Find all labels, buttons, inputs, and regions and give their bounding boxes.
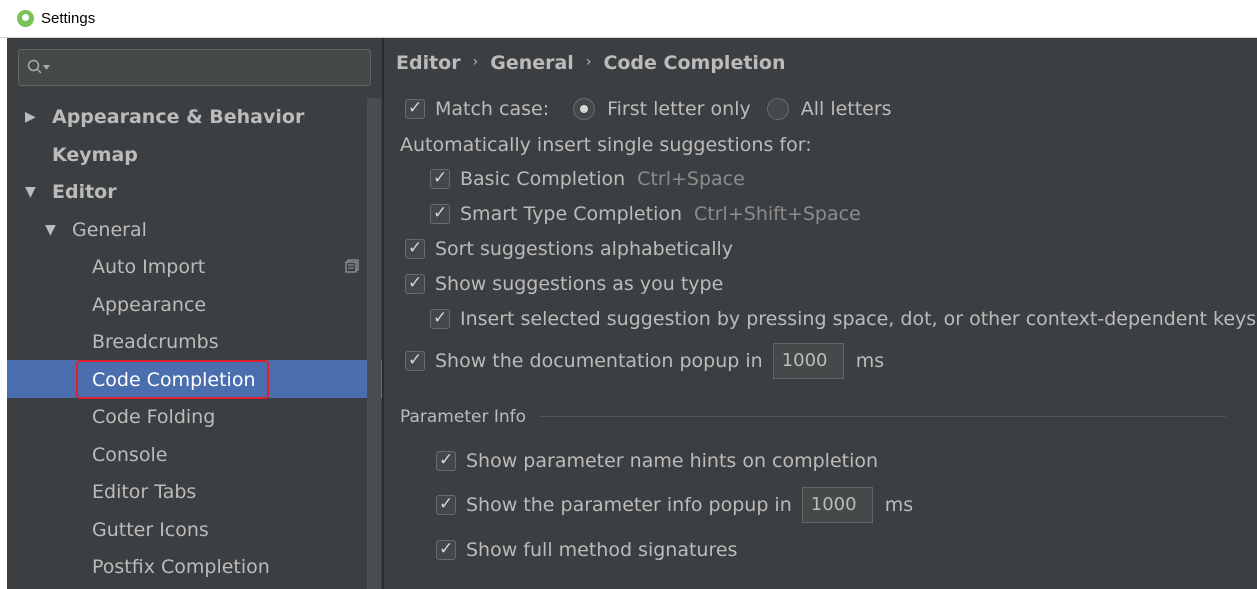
tree-item-breadcrumbs[interactable]: Breadcrumbs — [92, 323, 219, 361]
title-bar: Settings — [0, 0, 1257, 38]
tree-item-gutter-icons[interactable]: Gutter Icons — [92, 511, 209, 549]
breadcrumb-separator: › — [472, 54, 479, 70]
insert-selected-row: Insert selected suggestion by pressing s… — [430, 304, 1256, 334]
expand-arrow-icon[interactable]: ▶ — [25, 98, 36, 136]
name-hints-label: Show parameter name hints on completion — [466, 450, 879, 472]
show-as-type-checkbox[interactable] — [405, 273, 425, 294]
info-popup-checkbox[interactable] — [436, 494, 456, 515]
parameter-info-title: Parameter Info — [400, 407, 527, 427]
tree-item-editor-tabs[interactable]: Editor Tabs — [92, 473, 196, 511]
show-as-type-row: Show suggestions as you type — [405, 269, 723, 299]
all-letters-radio[interactable] — [766, 98, 789, 120]
first-letter-radio[interactable] — [573, 98, 596, 120]
doc-popup-delay-input[interactable]: 1000 — [772, 343, 844, 379]
sidebar-scrollbar[interactable] — [367, 98, 381, 589]
tree-item-label: Auto Import — [92, 256, 206, 278]
basic-completion-checkbox[interactable] — [430, 168, 450, 189]
smart-completion-checkbox[interactable] — [430, 203, 450, 224]
show-as-type-label: Show suggestions as you type — [435, 273, 724, 295]
doc-popup-row: Show the documentation popup in 1000 ms — [405, 341, 884, 381]
collapse-arrow-icon[interactable]: ▼ — [25, 173, 36, 211]
name-hints-checkbox[interactable] — [436, 450, 456, 471]
sort-alpha-row: Sort suggestions alphabetically — [405, 234, 733, 264]
tree-item-code-folding[interactable]: Code Folding — [92, 398, 215, 436]
search-input[interactable] — [18, 49, 371, 86]
all-letters-label: All letters — [800, 98, 892, 120]
tree-item-label: Code Folding — [92, 406, 216, 428]
settings-content: Editor › General › Code Completion Match cas… — [384, 38, 1257, 589]
sort-alpha-checkbox[interactable] — [405, 238, 425, 259]
insert-selected-checkbox[interactable] — [430, 308, 450, 329]
tree-item-label: Keymap — [52, 144, 138, 166]
basic-completion-row: Basic Completion Ctrl+Space — [430, 164, 745, 194]
tree-item-label: Console — [92, 444, 168, 466]
breadcrumb-item: General — [490, 52, 574, 74]
full-signatures-row: Show full method signatures — [436, 535, 737, 565]
full-signatures-label: Show full method signatures — [466, 539, 738, 561]
match-case-checkbox[interactable] — [405, 98, 425, 119]
info-popup-label: Show the parameter info popup in — [466, 494, 792, 516]
window-title: Settings — [41, 10, 96, 27]
auto-insert-label: Automatically insert single suggestions … — [400, 134, 812, 156]
insert-selected-label: Insert selected suggestion by pressing s… — [460, 308, 1257, 330]
info-popup-unit: ms — [884, 494, 914, 516]
settings-sidebar: ▶ Appearance & Behavior Keymap ▼ Editor … — [7, 38, 382, 589]
tree-item-auto-import[interactable]: Auto Import — [92, 248, 205, 286]
copy-icon — [345, 259, 359, 273]
collapse-arrow-icon[interactable]: ▼ — [45, 211, 56, 249]
red-highlight-box — [76, 360, 269, 399]
breadcrumb-item: Code Completion — [603, 52, 786, 74]
section-divider — [540, 416, 1226, 417]
first-letter-label: First letter only — [607, 98, 751, 120]
sort-alpha-label: Sort suggestions alphabetically — [435, 238, 734, 260]
window-edge — [0, 38, 7, 589]
tree-item-label: Gutter Icons — [92, 519, 209, 541]
tree-item-label: General — [72, 219, 147, 241]
breadcrumb-separator: › — [585, 54, 592, 70]
breadcrumb: Editor › General › Code Completion — [396, 52, 786, 74]
auto-insert-heading: Automatically insert single suggestions … — [400, 130, 812, 160]
chevron-down-icon — [43, 65, 50, 70]
tree-item-label: Postfix Completion — [92, 556, 270, 578]
tree-item-label: Appearance — [92, 294, 207, 316]
tree-item-label: Editor Tabs — [92, 481, 197, 503]
tree-item-postfix-completion[interactable]: Postfix Completion — [92, 548, 270, 586]
smart-completion-row: Smart Type Completion Ctrl+Shift+Space — [430, 199, 861, 229]
tree-item-console[interactable]: Console — [92, 436, 167, 474]
info-popup-delay-input[interactable]: 1000 — [801, 487, 873, 523]
breadcrumb-item: Editor — [396, 52, 461, 74]
basic-completion-label: Basic Completion — [460, 168, 626, 190]
tree-item-label: Editor — [52, 181, 117, 203]
info-popup-row: Show the parameter info popup in 1000 ms — [436, 485, 913, 525]
tree-item-label: Breadcrumbs — [92, 331, 219, 353]
doc-popup-label: Show the documentation popup in — [435, 350, 763, 372]
android-studio-icon — [17, 10, 34, 27]
doc-popup-unit: ms — [855, 350, 885, 372]
tree-item-label: Appearance & Behavior — [52, 106, 305, 128]
tree-item-keymap[interactable]: Keymap — [52, 136, 138, 174]
tree-item-appearance[interactable]: Appearance — [92, 286, 206, 324]
search-icon — [27, 59, 42, 74]
smart-completion-shortcut: Ctrl+Shift+Space — [694, 203, 861, 225]
match-case-row: Match case: First letter only All letter… — [405, 94, 892, 124]
smart-completion-label: Smart Type Completion — [460, 203, 683, 225]
full-signatures-checkbox[interactable] — [436, 539, 456, 560]
name-hints-row: Show parameter name hints on completion — [436, 446, 878, 476]
match-case-label: Match case: — [435, 98, 550, 120]
doc-popup-checkbox[interactable] — [405, 350, 425, 371]
basic-completion-shortcut: Ctrl+Space — [637, 168, 745, 190]
